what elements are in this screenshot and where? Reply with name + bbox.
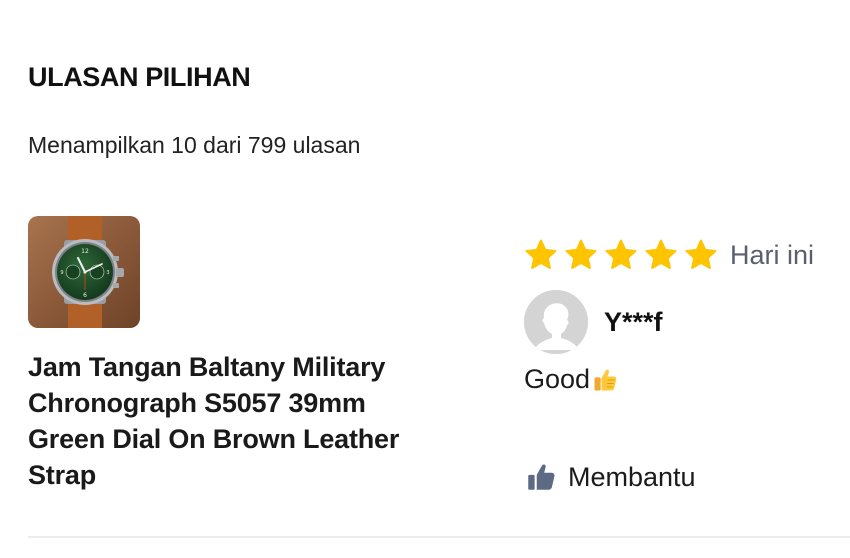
section-title: ULASAN PILIHAN — [28, 62, 251, 92]
divider — [28, 536, 850, 538]
svg-text:9: 9 — [60, 270, 63, 276]
star-icon — [565, 239, 597, 270]
default-avatar-icon — [524, 290, 588, 354]
reviewer-name: Y***f — [604, 306, 663, 337]
product-thumbnail[interactable]: 12 6 9 3 — [28, 216, 140, 328]
product-name[interactable]: Jam Tangan Baltany Military Chronograph … — [28, 349, 448, 493]
thumbs-up-emoji-icon — [594, 369, 617, 390]
avatar — [524, 290, 588, 354]
review-count-summary: Menampilkan 10 dari 799 ulasan — [28, 132, 361, 158]
svg-text:3: 3 — [106, 270, 109, 276]
reviewer-info: Y***f — [524, 290, 663, 354]
helpful-label: Membantu — [568, 461, 696, 492]
helpful-button[interactable]: Membantu — [524, 460, 696, 494]
star-icon — [525, 239, 557, 270]
review-text: Good — [524, 364, 619, 395]
rating-row: Hari ini — [524, 236, 814, 274]
star-icon — [645, 239, 677, 270]
star-icon — [685, 239, 717, 270]
thumbs-up-icon — [528, 464, 555, 490]
svg-text:12: 12 — [81, 248, 89, 255]
watch-image: 12 6 9 3 — [28, 216, 140, 328]
review-date: Hari ini — [730, 239, 815, 270]
star-icon — [605, 239, 637, 270]
star-rating — [524, 238, 718, 272]
review-text-content: Good — [524, 364, 591, 394]
svg-text:6: 6 — [83, 292, 87, 299]
